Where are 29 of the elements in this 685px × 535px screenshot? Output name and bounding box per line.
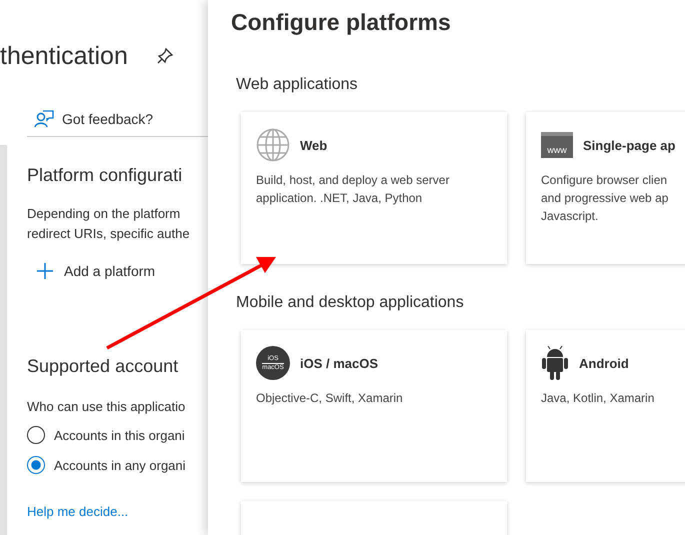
- card-description: Configure browser clien and progressive web ap Javascript.: [541, 172, 670, 225]
- description-text: Depending on the platform redirect URIs, specific authe: [27, 205, 191, 243]
- platform-card[interactable]: Web Build, host, and deploy a web server application. .NET, Java, Python: [241, 112, 507, 264]
- help-link[interactable]: Help me decide...: [27, 504, 208, 519]
- platform-card[interactable]: www Single-page ap Configure browser clien and progressive web ap Javascript.: [526, 112, 685, 264]
- browser-window-icon: www: [541, 132, 573, 158]
- card-title: Web: [300, 138, 328, 152]
- add-platform-button[interactable]: Add a platform: [36, 262, 208, 280]
- group-heading: Web applications: [236, 76, 359, 94]
- page-title: thentication: [0, 42, 128, 70]
- globe-icon: [256, 128, 290, 162]
- section-heading: Supported account: [27, 356, 180, 377]
- card-description: Objective-C, Swift, Xamarin: [256, 390, 404, 407]
- feedback-icon: [34, 109, 54, 129]
- platform-card[interactable]: Android Java, Kotlin, Xamarin: [526, 330, 685, 482]
- radio-option[interactable]: Accounts in any organi: [27, 456, 208, 474]
- pin-icon[interactable]: [156, 47, 174, 65]
- question-text: Who can use this applicatio: [27, 399, 186, 414]
- plus-icon: [36, 262, 54, 280]
- android-robot-icon: [541, 346, 569, 380]
- card-title: Android: [579, 356, 629, 370]
- card-description: Java, Kotlin, Xamarin: [541, 390, 656, 407]
- card-title: Single-page ap: [583, 138, 676, 152]
- card-title: iOS / macOS: [300, 356, 378, 370]
- panel-title: Configure platforms: [231, 9, 452, 36]
- group-heading: Mobile and desktop applications: [236, 294, 465, 312]
- card-description: Build, host, and deploy a web server application. .NET, Java, Python: [256, 172, 450, 207]
- section-heading: Platform configurati: [27, 165, 184, 186]
- radio-option[interactable]: Accounts in this organi: [27, 426, 208, 444]
